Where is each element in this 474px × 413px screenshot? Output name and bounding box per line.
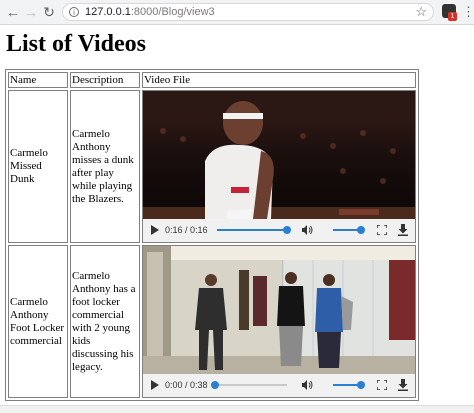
cell-name: Carmelo Missed Dunk bbox=[8, 90, 68, 243]
video-name: Carmelo Anthony Foot Locker commercial bbox=[10, 295, 65, 347]
address-bar[interactable]: i 127.0.0.1:8000/Blog/view3 ☆ bbox=[62, 3, 434, 21]
cell-description: Carmelo Anthony misses a dunk after play… bbox=[70, 90, 140, 243]
browser-toolbar: ← → ↻ i 127.0.0.1:8000/Blog/view3 ☆ 1 ⋮ bbox=[0, 0, 474, 25]
table-row: Carmelo Missed Dunk Carmelo Anthony miss… bbox=[8, 90, 416, 243]
table-row: Carmelo Anthony Foot Locker commercial C… bbox=[8, 245, 416, 398]
cell-name: Carmelo Anthony Foot Locker commercial bbox=[8, 245, 68, 398]
seek-bar[interactable] bbox=[211, 381, 287, 389]
video-player[interactable]: 0:00 / 0:38 bbox=[143, 246, 415, 397]
volume-slider[interactable] bbox=[333, 381, 365, 389]
page-title: List of Videos bbox=[6, 31, 147, 57]
play-icon[interactable] bbox=[151, 225, 159, 235]
seek-progress bbox=[217, 229, 287, 231]
download-icon[interactable] bbox=[398, 224, 408, 236]
seek-bar[interactable] bbox=[217, 226, 291, 234]
video-thumbnail[interactable] bbox=[143, 246, 415, 374]
reload-icon[interactable]: ↻ bbox=[40, 3, 58, 21]
volume-icon[interactable] bbox=[301, 224, 313, 236]
video-time: 0:16 / 0:16 bbox=[165, 225, 208, 235]
fullscreen-icon[interactable] bbox=[377, 225, 387, 235]
url-host: 127.0.0.1 bbox=[85, 6, 131, 18]
header-description: Description bbox=[70, 72, 140, 88]
video-controls: 0:16 / 0:16 bbox=[143, 219, 415, 242]
videos-table: Name Description Video File Carmelo Miss… bbox=[5, 69, 419, 401]
volume-icon[interactable] bbox=[301, 379, 313, 391]
extension-badge: 1 bbox=[448, 12, 457, 21]
cell-video: 0:00 / 0:38 bbox=[142, 245, 416, 398]
header-name: Name bbox=[8, 72, 68, 88]
table-header-row: Name Description Video File bbox=[8, 72, 416, 88]
video-time: 0:00 / 0:38 bbox=[165, 380, 208, 390]
volume-thumb[interactable] bbox=[357, 226, 365, 234]
info-icon[interactable]: i bbox=[69, 7, 79, 17]
play-icon[interactable] bbox=[151, 380, 159, 390]
back-arrow-icon[interactable]: ← bbox=[4, 3, 22, 21]
video-controls: 0:00 / 0:38 bbox=[143, 374, 415, 397]
volume-thumb[interactable] bbox=[357, 381, 365, 389]
video-name: Carmelo Missed Dunk bbox=[10, 147, 48, 185]
cell-video: 0:16 / 0:16 bbox=[142, 90, 416, 243]
volume-slider[interactable] bbox=[333, 226, 365, 234]
download-icon[interactable] bbox=[398, 379, 408, 391]
forward-arrow-icon[interactable]: → bbox=[22, 3, 40, 21]
video-description: Carmelo Anthony misses a dunk after play… bbox=[72, 127, 134, 205]
video-thumbnail[interactable] bbox=[143, 91, 415, 219]
url-path: :8000/Blog/view3 bbox=[130, 6, 215, 18]
url-text: 127.0.0.1:8000/Blog/view3 bbox=[85, 5, 215, 20]
cell-description: Carmelo Anthony has a foot locker commer… bbox=[70, 245, 140, 398]
video-player[interactable]: 0:16 / 0:16 bbox=[143, 91, 415, 242]
menu-dots-icon[interactable]: ⋮ bbox=[462, 3, 474, 21]
seek-thumb[interactable] bbox=[283, 226, 291, 234]
fullscreen-icon[interactable] bbox=[377, 380, 387, 390]
seek-thumb[interactable] bbox=[211, 381, 219, 389]
video-description: Carmelo Anthony has a foot locker commer… bbox=[72, 269, 136, 373]
header-video-file: Video File bbox=[142, 72, 416, 88]
bookmark-star-icon[interactable]: ☆ bbox=[415, 4, 427, 20]
